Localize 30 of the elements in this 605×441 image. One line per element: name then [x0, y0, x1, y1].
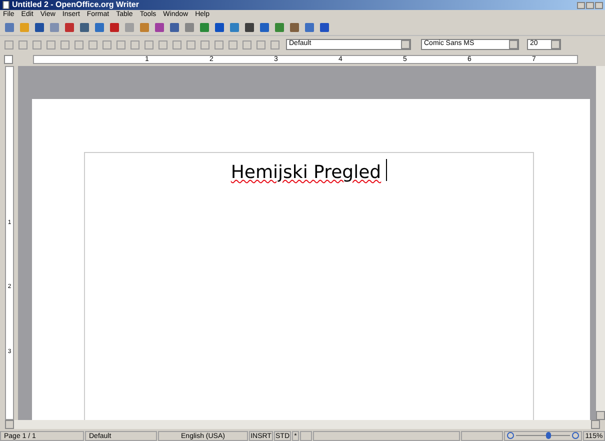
- tab-stop-button[interactable]: [4, 55, 13, 64]
- maximize-button[interactable]: [586, 2, 594, 8]
- toolbar-icon[interactable]: [244, 22, 255, 32]
- toolbar-icon[interactable]: [94, 22, 105, 32]
- toolbar-icon[interactable]: [289, 22, 300, 32]
- close-button[interactable]: [595, 2, 603, 8]
- document-icon: [2, 1, 10, 9]
- toolbar-icon[interactable]: [64, 22, 75, 32]
- toolbar-icon[interactable]: [304, 22, 315, 32]
- toolbar-icon[interactable]: [199, 22, 210, 32]
- vertical-scrollbar[interactable]: [596, 66, 605, 420]
- toolbar-icon[interactable]: [79, 22, 90, 32]
- toolbar-icon[interactable]: [319, 22, 330, 32]
- toolbar-icon[interactable]: [214, 22, 225, 32]
- horizontal-scrollbar[interactable]: [5, 420, 600, 429]
- toolbar-icon[interactable]: [259, 22, 270, 32]
- zoom-slider[interactable]: [504, 430, 582, 440]
- scroll-right-button[interactable]: [591, 420, 600, 429]
- scroll-down-button[interactable]: [596, 411, 605, 420]
- text-cursor: [386, 159, 388, 181]
- minimize-button[interactable]: [577, 2, 585, 8]
- scroll-left-button[interactable]: [5, 420, 14, 429]
- toolbar-icon[interactable]: [169, 22, 180, 32]
- toolbar-icon[interactable]: [109, 22, 120, 32]
- status-field: [300, 430, 312, 440]
- document-text[interactable]: Hemijski Pregled: [230, 159, 382, 186]
- slider-thumb[interactable]: [546, 432, 551, 439]
- toolbar-icon[interactable]: [34, 22, 45, 32]
- toolbar-icon[interactable]: [154, 22, 165, 32]
- window-title: Untitled 2 - OpenOffice.org Writer: [12, 0, 139, 10]
